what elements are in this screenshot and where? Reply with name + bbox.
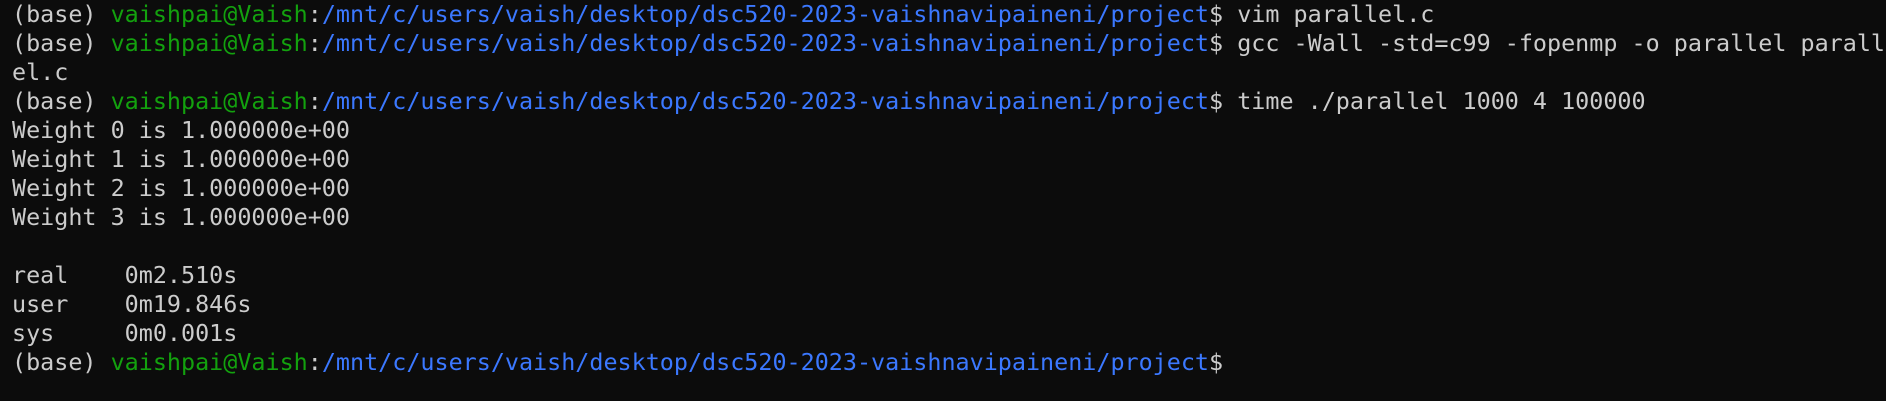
terminal-line-output: user 0m19.846s: [12, 290, 252, 318]
terminal-line-output: Weight 0 is 1.000000e+00: [12, 116, 350, 144]
prompt-separator: :: [307, 348, 322, 376]
prompt-userhost: vaishpai@Vaish: [110, 87, 308, 115]
terminal-line-output: Weight 3 is 1.000000e+00: [12, 203, 350, 231]
terminal-line-prompt: (base) vaishpai@Vaish:/mnt/c/users/vaish…: [12, 29, 1886, 58]
command-text: gcc -Wall -std=c99 -fopenmp -o parallel …: [1223, 29, 1885, 57]
prompt-path: /mnt/c/users/vaish/desktop/dsc520-2023-v…: [321, 87, 1210, 115]
terminal-line-output: real 0m2.510s: [12, 261, 238, 289]
terminal-line-output: Weight 2 is 1.000000e+00: [12, 174, 350, 202]
prompt-path: /mnt/c/users/vaish/desktop/dsc520-2023-v…: [321, 29, 1210, 57]
prompt-userhost: vaishpai@Vaish: [110, 348, 308, 376]
prompt-userhost: vaishpai@Vaish: [110, 0, 308, 28]
command-text: time ./parallel 1000 4 100000: [1223, 87, 1646, 115]
prompt-dollar: $: [1209, 0, 1224, 28]
terminal-line-prompt: (base) vaishpai@Vaish:/mnt/c/users/vaish…: [12, 0, 1886, 29]
prompt-path: /mnt/c/users/vaish/desktop/dsc520-2023-v…: [321, 348, 1210, 376]
prompt-dollar: $: [1209, 29, 1224, 57]
prompt-userhost: vaishpai@Vaish: [110, 29, 308, 57]
terminal-line-output: el.c: [12, 58, 69, 86]
prompt-separator: :: [307, 29, 322, 57]
prompt-separator: :: [307, 0, 322, 28]
terminal-window[interactable]: (base) vaishpai@Vaish:/mnt/c/users/vaish…: [0, 0, 1886, 401]
terminal-line-output: sys 0m0.001s: [12, 319, 238, 347]
prompt-dollar: $: [1209, 87, 1224, 115]
conda-env-label: (base): [12, 348, 111, 376]
conda-env-label: (base): [12, 87, 111, 115]
terminal-line-prompt: (base) vaishpai@Vaish:/mnt/c/users/vaish…: [12, 87, 1886, 116]
prompt-path: /mnt/c/users/vaish/desktop/dsc520-2023-v…: [321, 0, 1210, 28]
prompt-dollar: $: [1209, 348, 1224, 376]
terminal-line-prompt: (base) vaishpai@Vaish:/mnt/c/users/vaish…: [12, 348, 1886, 377]
conda-env-label: (base): [12, 29, 111, 57]
prompt-separator: :: [307, 87, 322, 115]
terminal-line-output: Weight 1 is 1.000000e+00: [12, 145, 350, 173]
conda-env-label: (base): [12, 0, 111, 28]
command-text: vim parallel.c: [1223, 0, 1435, 28]
